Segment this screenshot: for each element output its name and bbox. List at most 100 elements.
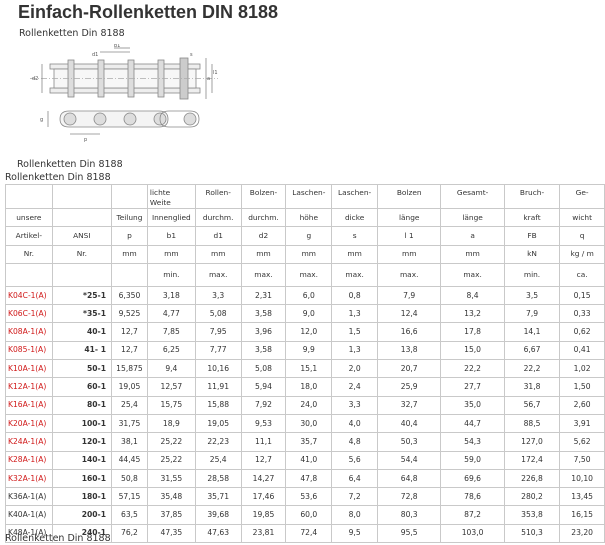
value-cell-l1: 32,7 xyxy=(377,395,442,415)
header-cell: max. xyxy=(285,262,333,287)
value-cell-fb: 353,8 xyxy=(503,505,561,525)
value-cell-d2: 2,31 xyxy=(240,285,287,306)
header-row: min. max. max. max. max. max. max. min. ca. xyxy=(5,262,605,287)
value-cell-l1: 12,4 xyxy=(377,304,442,324)
value-cell-q: 1,02 xyxy=(559,359,605,379)
header-cell: kN xyxy=(503,244,561,264)
article-number-cell: K28A-1(A) xyxy=(5,450,53,470)
article-number-cell: K32A-1(A) xyxy=(5,468,53,489)
table-row: K16A-1(A) 80-1 25,4 15,75 15,88 7,92 24,0 3,3 32… xyxy=(5,395,605,415)
header-row: Artikel- ANSI p b1 d1 d2 g s l 1 a FB q xyxy=(5,226,605,246)
page-title: Einfach-Rollenketten DIN 8188 xyxy=(18,2,279,22)
value-cell-fb: 22,2 xyxy=(503,359,561,379)
value-cell-d2: 9,53 xyxy=(240,413,287,434)
article-number-cell: K10A-1(A) xyxy=(5,359,53,379)
value-cell-p: 57,15 xyxy=(111,487,148,507)
value-cell-a: 54,3 xyxy=(440,432,505,452)
header-cell: wicht xyxy=(559,207,605,228)
value-cell-p: 12,7 xyxy=(111,322,148,342)
value-cell-b1: 15,75 xyxy=(146,395,196,415)
value-cell-b1: 37,85 xyxy=(146,505,196,525)
header-cell: min. xyxy=(146,262,196,287)
header-cell: ANSI xyxy=(51,226,113,246)
header-cell: dicke xyxy=(331,207,379,228)
value-cell-fb: 6,67 xyxy=(503,340,561,361)
value-cell-g: 41,0 xyxy=(285,450,333,470)
ansi-number-cell: 50-1 xyxy=(51,359,113,379)
value-cell-q: 0,15 xyxy=(559,285,605,306)
value-cell-g: 53,6 xyxy=(285,487,333,507)
table-row: K12A-1(A) 60-1 19,05 12,57 11,91 5,94 18,0 2,4 2… xyxy=(5,377,605,397)
value-cell-a: 17,8 xyxy=(440,322,505,342)
header-cell: d2 xyxy=(240,226,287,246)
value-cell-g: 18,0 xyxy=(285,377,333,397)
value-cell-fb: 280,2 xyxy=(503,487,561,507)
header-cell: mm xyxy=(194,244,242,264)
value-cell-b1: 35,48 xyxy=(146,487,196,507)
article-number-cell: K12A-1(A) xyxy=(5,377,53,397)
dim-label-s: s xyxy=(190,52,193,58)
value-cell-a: 35,0 xyxy=(440,395,505,415)
header-cell: ca. xyxy=(559,262,605,287)
value-cell-g: 9,9 xyxy=(285,340,333,361)
ansi-number-cell: *25-1 xyxy=(51,285,113,306)
value-cell-fb: 88,5 xyxy=(503,413,561,434)
value-cell-p: 63,5 xyxy=(111,505,148,525)
value-cell-a: 8,4 xyxy=(440,285,505,306)
value-cell-s: 1,5 xyxy=(331,322,379,342)
header-cell: Artikel- xyxy=(5,226,53,246)
value-cell-b1: 47,35 xyxy=(146,523,196,544)
value-cell-fb: 510,3 xyxy=(503,523,561,544)
dim-label-d2: d2 xyxy=(32,76,38,82)
header-row: lichte Weite Rollen- Bolzen- Laschen- Lasche… xyxy=(5,184,605,209)
value-cell-l1: 20,7 xyxy=(377,359,442,379)
table-row: K20A-1(A) 100-1 31,75 18,9 19,05 9,53 30,0 4,0 4… xyxy=(5,413,605,434)
value-cell-a: 103,0 xyxy=(440,523,505,544)
header-cell: Nr. xyxy=(5,244,53,264)
header-cell: Ge- xyxy=(559,184,605,209)
header-cell: a xyxy=(440,226,505,246)
value-cell-s: 4,0 xyxy=(331,413,379,434)
value-cell-b1: 9,4 xyxy=(146,359,196,379)
value-cell-l1: 40,4 xyxy=(377,413,442,434)
value-cell-s: 4,8 xyxy=(331,432,379,452)
value-cell-q: 0,41 xyxy=(559,340,605,361)
table-row: K085-1(A) 41- 1 12,7 6,25 7,77 3,58 9,9 1,3 13,8… xyxy=(5,340,605,361)
header-cell: unsere xyxy=(5,207,53,228)
value-cell-p: 38,1 xyxy=(111,432,148,452)
value-cell-l1: 72,8 xyxy=(377,487,442,507)
value-cell-a: 78,6 xyxy=(440,487,505,507)
value-cell-d2: 19,85 xyxy=(240,505,287,525)
article-number-cell: K06C-1(A) xyxy=(5,304,53,324)
header-cell: durchm. xyxy=(240,207,287,228)
value-cell-s: 1,3 xyxy=(331,340,379,361)
dim-label-p: p xyxy=(84,137,87,143)
header-cell xyxy=(51,207,113,228)
value-cell-q: 23,20 xyxy=(559,523,605,544)
value-cell-a: 22,2 xyxy=(440,359,505,379)
value-cell-g: 72,4 xyxy=(285,523,333,544)
value-cell-g: 6,0 xyxy=(285,285,333,306)
value-cell-l1: 54,4 xyxy=(377,450,442,470)
dim-label-l1: l1 xyxy=(213,70,218,76)
value-cell-q: 7,50 xyxy=(559,450,605,470)
header-cell: Bolzen xyxy=(377,184,442,209)
header-cell: b1 xyxy=(146,226,196,246)
header-cell: Laschen- xyxy=(285,184,333,209)
value-cell-b1: 4,77 xyxy=(146,304,196,324)
value-cell-l1: 16,6 xyxy=(377,322,442,342)
value-cell-p: 12,7 xyxy=(111,340,148,361)
ansi-number-cell: 40-1 xyxy=(51,322,113,342)
value-cell-a: 69,6 xyxy=(440,468,505,489)
value-cell-b1: 25,22 xyxy=(146,432,196,452)
value-cell-fb: 7,9 xyxy=(503,304,561,324)
value-cell-fb: 226,8 xyxy=(503,468,561,489)
value-cell-d2: 5,94 xyxy=(240,377,287,397)
value-cell-l1: 50,3 xyxy=(377,432,442,452)
value-cell-l1: 25,9 xyxy=(377,377,442,397)
value-cell-a: 27,7 xyxy=(440,377,505,397)
value-cell-s: 8,0 xyxy=(331,505,379,525)
value-cell-q: 16,15 xyxy=(559,505,605,525)
header-row: Nr. Nr. mm mm mm mm mm mm mm mm kN kg / m xyxy=(5,244,605,264)
value-cell-b1: 3,18 xyxy=(146,285,196,306)
